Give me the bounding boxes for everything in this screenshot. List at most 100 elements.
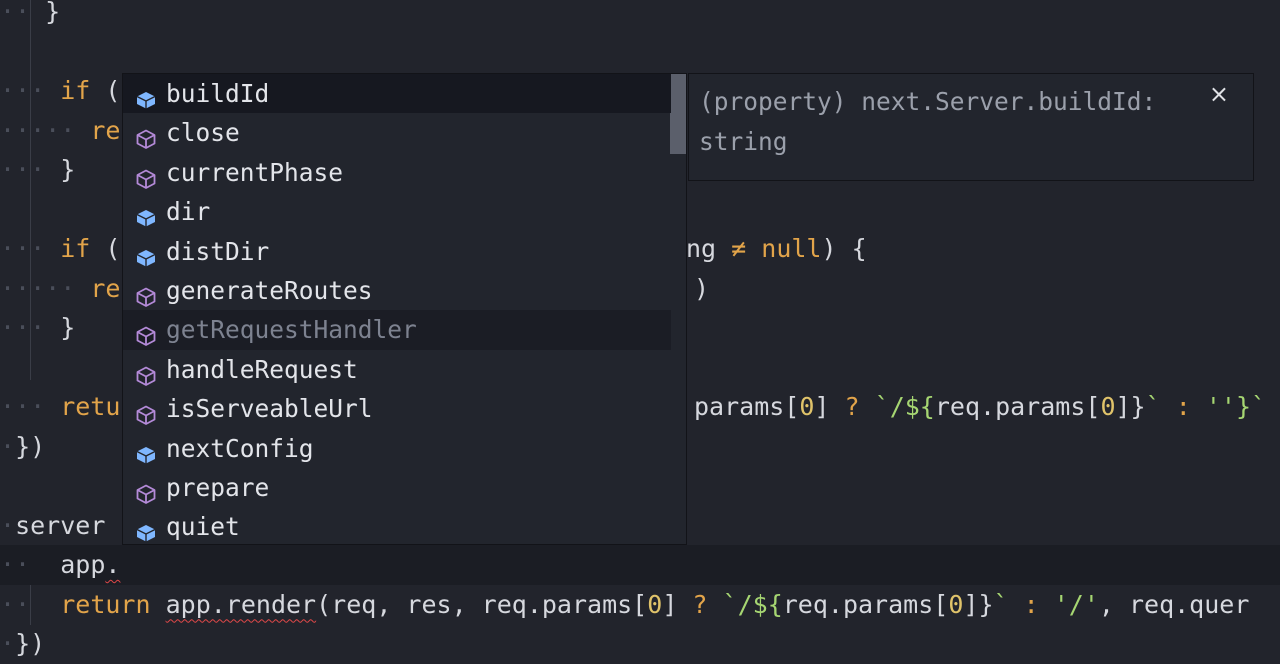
field-cube-icon bbox=[135, 201, 157, 227]
field-cube-icon bbox=[135, 241, 157, 267]
whitespace-dots: ··· bbox=[0, 313, 46, 342]
whitespace-dots: ·· bbox=[0, 589, 31, 619]
autocomplete-scrollbar[interactable] bbox=[670, 74, 686, 544]
suggestion-item-quiet[interactable]: quiet bbox=[123, 507, 671, 544]
code-line-fragment: ) bbox=[694, 269, 1280, 309]
suggestion-item-dist-dir[interactable]: distDir bbox=[123, 232, 671, 271]
whitespace-dots: ····· bbox=[0, 273, 76, 303]
whitespace-dots: · bbox=[0, 629, 16, 658]
field-cube-icon bbox=[135, 516, 157, 542]
whitespace-dots: ·· bbox=[0, 550, 31, 579]
code-token: ]} bbox=[963, 589, 994, 619]
code-token: ] bbox=[662, 589, 693, 619]
method-cube-icon bbox=[135, 359, 157, 386]
suggestion-item-current-phase[interactable]: currentPhase bbox=[123, 153, 671, 192]
code-token: server bbox=[15, 510, 106, 540]
code-token: }) bbox=[15, 629, 46, 658]
code-line-fragment: ng ≠ null) { bbox=[686, 229, 1280, 269]
whitespace-dots: · bbox=[0, 510, 16, 540]
code-token: app.render bbox=[165, 589, 317, 619]
code-line[interactable]: ·· } bbox=[0, 0, 1280, 32]
whitespace-dots: ··· bbox=[0, 234, 46, 263]
close-icon[interactable]: × bbox=[1209, 80, 1229, 108]
suggestion-item-build-id[interactable]: buildId bbox=[123, 74, 671, 114]
code-token: ` bbox=[993, 589, 1009, 619]
code-token: ]} bbox=[1115, 392, 1146, 421]
suggestion-label: nextConfig bbox=[166, 433, 314, 463]
method-cube-icon bbox=[135, 162, 157, 189]
code-token: ( bbox=[90, 234, 121, 263]
autocomplete-scroll-thumb[interactable] bbox=[670, 74, 686, 154]
suggestion-label: handleRequest bbox=[166, 354, 358, 384]
suggestion-item-handle-request[interactable]: handleRequest bbox=[123, 350, 671, 389]
suggestion-detail-text: (property) next.Server.buildId: string bbox=[699, 87, 1157, 156]
code-token: ] bbox=[814, 392, 845, 421]
suggestion-label: isServeableUrl bbox=[166, 394, 373, 424]
suggestion-item-dir[interactable]: dir bbox=[123, 192, 671, 231]
suggestion-item-next-config[interactable]: nextConfig bbox=[123, 429, 671, 468]
code-token: , req.quer bbox=[1098, 589, 1250, 619]
whitespace-dots: ····· bbox=[0, 115, 76, 145]
code-token: re bbox=[75, 273, 121, 303]
suggestion-label: buildId bbox=[166, 79, 270, 108]
code-token: params[ bbox=[694, 392, 800, 421]
code-token: }` bbox=[1235, 392, 1267, 421]
code-line[interactable]: ·}) bbox=[0, 624, 1280, 664]
code-token: ) bbox=[694, 273, 710, 303]
suggestion-label: getRequestHandler bbox=[166, 315, 417, 345]
suggestion-item-prepare[interactable]: prepare bbox=[123, 468, 671, 507]
code-line[interactable] bbox=[0, 32, 1280, 72]
code-token: if bbox=[45, 234, 91, 263]
code-token: req.params[ bbox=[782, 589, 949, 619]
suggestion-label: quiet bbox=[166, 512, 240, 542]
code-token: : bbox=[1160, 392, 1206, 421]
code-token: if bbox=[45, 76, 91, 105]
suggestion-item-close[interactable]: close bbox=[123, 113, 671, 152]
whitespace-dots: ··· bbox=[0, 76, 46, 105]
whitespace-dots: ··· bbox=[0, 392, 46, 421]
code-token: } bbox=[45, 155, 76, 184]
code-token: return bbox=[60, 589, 151, 619]
whitespace-dots: ·· bbox=[0, 0, 31, 26]
suggestion-label: close bbox=[166, 118, 240, 148]
code-token: 0 bbox=[1100, 392, 1116, 421]
method-cube-icon bbox=[135, 122, 157, 150]
method-cube-icon bbox=[135, 398, 157, 426]
code-token: '/' bbox=[1053, 589, 1099, 619]
suggestion-item-is-serveable-url[interactable]: isServeableUrl bbox=[123, 389, 671, 428]
code-token: '' bbox=[1205, 392, 1236, 421]
suggestion-label: distDir bbox=[166, 236, 270, 266]
code-token: ng bbox=[686, 234, 732, 263]
code-token: ≠ bbox=[731, 234, 747, 263]
code-line[interactable]: ·· return app.render(req, res, req.param… bbox=[0, 585, 1280, 625]
code-token: ( bbox=[90, 76, 121, 105]
code-token: ` bbox=[1145, 392, 1161, 421]
code-token: ? bbox=[692, 589, 708, 619]
code-token: (req, res, req.params[ bbox=[316, 589, 648, 619]
code-token: }) bbox=[15, 431, 46, 461]
method-cube-icon bbox=[135, 477, 157, 504]
code-token: : bbox=[1008, 589, 1054, 619]
current-code-line[interactable]: ·· app. bbox=[0, 545, 1280, 585]
code-token: } bbox=[30, 0, 61, 26]
suggestion-item-get-request-handler[interactable]: getRequestHandler bbox=[123, 310, 671, 350]
code-token: ? bbox=[844, 392, 860, 421]
code-token: } bbox=[45, 313, 76, 342]
code-token: . bbox=[105, 550, 121, 579]
code-token: app bbox=[60, 550, 106, 579]
suggestion-label: prepare bbox=[166, 473, 270, 502]
code-token: `/${ bbox=[707, 589, 783, 619]
code-token: 0 bbox=[647, 589, 663, 619]
suggestion-detail-popup: (property) next.Server.buildId: string × bbox=[688, 73, 1254, 181]
autocomplete-popup[interactable]: buildId close currentPhase dir distDir genera… bbox=[122, 73, 687, 545]
field-cube-icon bbox=[135, 83, 157, 109]
code-token: 0 bbox=[948, 589, 964, 619]
field-cube-icon bbox=[135, 438, 157, 464]
suggestion-item-generate-routes[interactable]: generateRoutes bbox=[123, 271, 671, 310]
suggestion-label: dir bbox=[166, 197, 211, 227]
code-token: re bbox=[75, 115, 121, 145]
whitespace-dots: · bbox=[0, 431, 16, 461]
whitespace-dots: ··· bbox=[0, 155, 46, 184]
